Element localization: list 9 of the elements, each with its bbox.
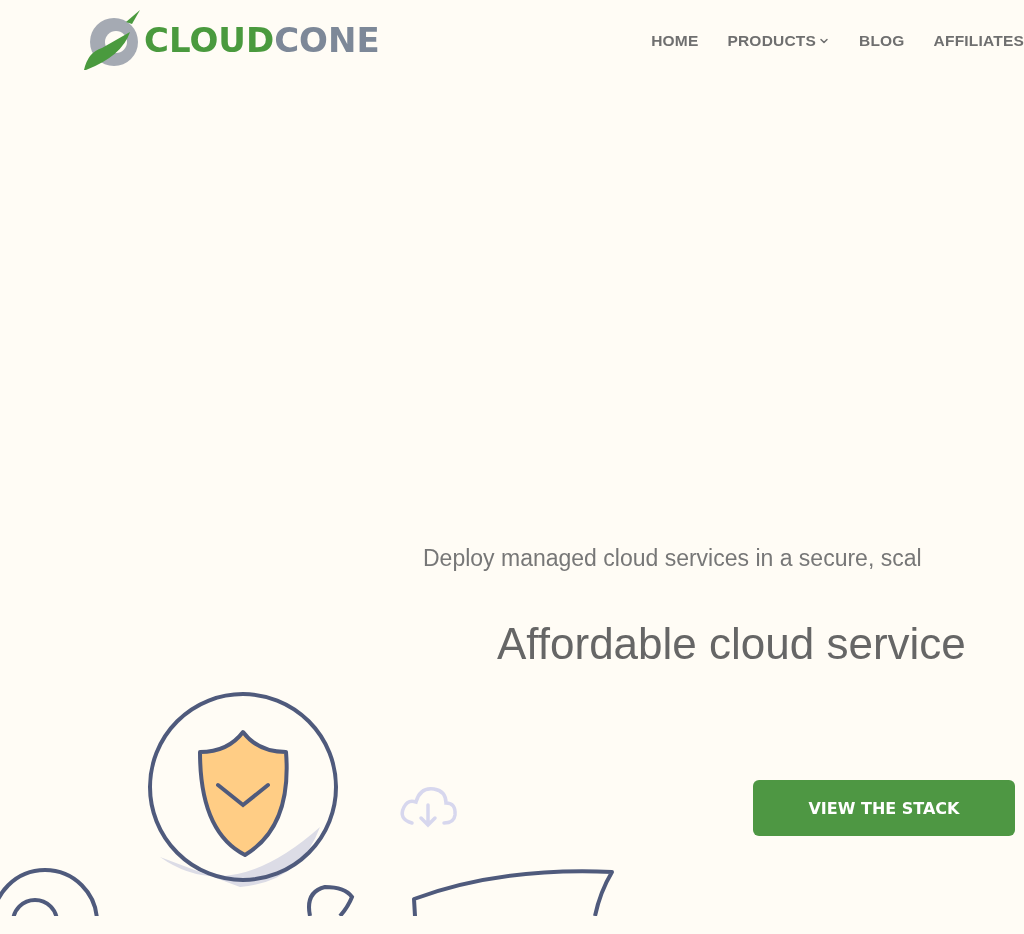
nav-link[interactable]: PRODUCTS bbox=[727, 32, 830, 50]
hero-subtitle: Deploy managed cloud services in a secure, scal bbox=[423, 544, 923, 573]
logo-icon bbox=[82, 8, 142, 72]
hero-heading: Affordable cloud service bbox=[497, 618, 967, 670]
nav-link[interactable]: HOME bbox=[651, 32, 699, 50]
nav-link[interactable]: AFFILIATES bbox=[933, 32, 1024, 50]
view-stack-button[interactable]: VIEW THE STACK bbox=[753, 780, 1015, 836]
nav-link[interactable]: BLOG bbox=[859, 32, 905, 50]
logo-text: CLOUDCONE bbox=[144, 20, 380, 60]
